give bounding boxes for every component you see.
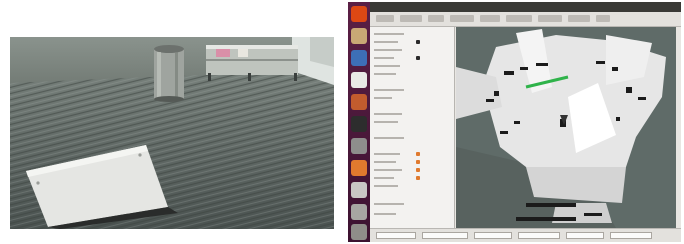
publish-point-tool-button[interactable] xyxy=(568,15,590,22)
tree-row[interactable] xyxy=(374,49,402,51)
checkbox[interactable] xyxy=(416,160,420,164)
rviz-desktop-screenshot xyxy=(348,2,681,242)
tree-row[interactable] xyxy=(374,113,402,115)
move-camera-tool-button[interactable] xyxy=(400,15,422,22)
interact-tool-button[interactable] xyxy=(376,15,394,22)
focus-camera-tool-button[interactable] xyxy=(450,15,474,22)
files-icon[interactable] xyxy=(351,28,367,44)
camera-photo xyxy=(10,37,334,229)
trash-icon[interactable] xyxy=(351,224,367,240)
tree-row[interactable] xyxy=(374,213,396,215)
status-field[interactable] xyxy=(610,232,652,239)
settings-icon[interactable] xyxy=(351,138,367,154)
select-tool-button[interactable] xyxy=(428,15,444,22)
tree-row[interactable] xyxy=(374,57,394,59)
measure-tool-button[interactable] xyxy=(480,15,500,22)
tree-row[interactable] xyxy=(374,137,404,139)
tree-row[interactable] xyxy=(374,161,396,163)
terminal-icon[interactable] xyxy=(351,116,367,132)
add-tool-button[interactable] xyxy=(596,15,610,22)
software-icon[interactable] xyxy=(351,94,367,110)
tree-row[interactable] xyxy=(374,121,398,123)
launcher xyxy=(348,2,370,242)
rviz-icon[interactable] xyxy=(351,160,367,176)
workspace-icon[interactable] xyxy=(351,204,367,220)
tree-row[interactable] xyxy=(374,33,404,35)
tree-row[interactable] xyxy=(374,169,402,171)
status-field[interactable] xyxy=(474,232,512,239)
trash-bin xyxy=(154,45,184,102)
displays-panel xyxy=(370,27,455,228)
tree-row[interactable] xyxy=(374,97,392,99)
rviz-window xyxy=(370,2,681,242)
tree-row[interactable] xyxy=(374,177,394,179)
office-icon[interactable] xyxy=(351,72,367,88)
map-view[interactable] xyxy=(456,27,676,228)
tree-row[interactable] xyxy=(374,185,398,187)
checkbox[interactable] xyxy=(416,40,420,44)
checkbox[interactable] xyxy=(416,176,420,180)
occupancy-map[interactable] xyxy=(456,27,676,228)
pose-estimate-tool-button[interactable] xyxy=(506,15,532,22)
camera-photo-svg xyxy=(10,37,334,229)
nav-goal-tool-button[interactable] xyxy=(538,15,562,22)
checkbox[interactable] xyxy=(416,168,420,172)
ubuntu-icon[interactable] xyxy=(351,6,367,22)
tree-row[interactable] xyxy=(374,89,404,91)
text-editor-icon[interactable] xyxy=(351,182,367,198)
tree-row[interactable] xyxy=(374,153,400,155)
checkbox[interactable] xyxy=(416,56,420,60)
checkbox[interactable] xyxy=(416,152,420,156)
status-field[interactable] xyxy=(422,232,468,239)
tree-row[interactable] xyxy=(374,65,400,67)
status-field[interactable] xyxy=(376,232,416,239)
browser-icon[interactable] xyxy=(351,50,367,66)
menu-bar xyxy=(370,2,681,12)
tree-row[interactable] xyxy=(374,73,396,75)
status-field[interactable] xyxy=(518,232,560,239)
tree-row[interactable] xyxy=(374,41,398,43)
status-field[interactable] xyxy=(566,232,604,239)
tree-row[interactable] xyxy=(374,203,404,205)
